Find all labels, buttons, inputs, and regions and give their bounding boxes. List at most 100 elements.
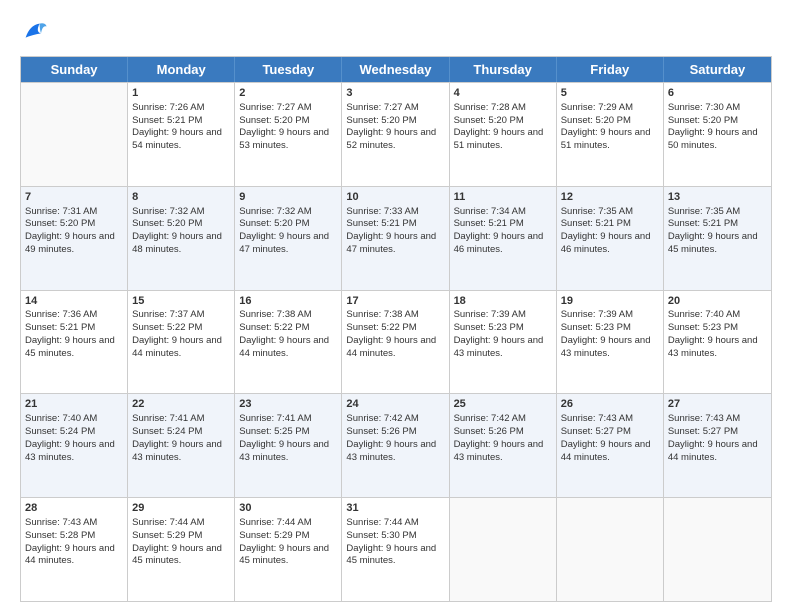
day-number: 21 (25, 397, 123, 412)
sunset: Sunset: 5:20 PM (668, 115, 738, 126)
calendar-header: SundayMondayTuesdayWednesdayThursdayFrid… (21, 57, 771, 82)
daylight: Daylight: 9 hours and 45 minutes. (132, 543, 222, 567)
sunrise: Sunrise: 7:44 AM (132, 517, 204, 528)
day-number: 13 (668, 190, 767, 205)
daylight: Daylight: 9 hours and 49 minutes. (25, 231, 115, 255)
weekday-header: Wednesday (342, 57, 449, 82)
daylight: Daylight: 9 hours and 46 minutes. (561, 231, 651, 255)
sunrise: Sunrise: 7:38 AM (346, 309, 418, 320)
sunset: Sunset: 5:20 PM (239, 115, 309, 126)
sunset: Sunset: 5:26 PM (454, 426, 524, 437)
day-number: 31 (346, 501, 444, 516)
day-number: 22 (132, 397, 230, 412)
calendar-cell: 22Sunrise: 7:41 AMSunset: 5:24 PMDayligh… (128, 394, 235, 497)
sunset: Sunset: 5:23 PM (668, 322, 738, 333)
day-number: 5 (561, 86, 659, 101)
daylight: Daylight: 9 hours and 44 minutes. (668, 439, 758, 463)
sunrise: Sunrise: 7:35 AM (561, 206, 633, 217)
sunset: Sunset: 5:27 PM (561, 426, 631, 437)
calendar-cell: 16Sunrise: 7:38 AMSunset: 5:22 PMDayligh… (235, 291, 342, 394)
daylight: Daylight: 9 hours and 53 minutes. (239, 127, 329, 151)
calendar-row: 28Sunrise: 7:43 AM Sunset: 5:28 PM Dayligh… (21, 497, 771, 601)
sunset: Sunset: 5:20 PM (25, 218, 95, 229)
calendar-cell: 14Sunrise: 7:36 AMSunset: 5:21 PMDayligh… (21, 291, 128, 394)
sunset: Sunset: 5:30 PM (346, 530, 416, 541)
sunrise: Sunrise: 7:44 AM (239, 517, 311, 528)
calendar-cell: 7Sunrise: 7:31 AMSunset: 5:20 PMDaylight… (21, 187, 128, 290)
day-number: 4 (454, 86, 552, 101)
sunrise: Sunrise: 7:39 AM (561, 309, 633, 320)
sunrise: Sunrise: 7:44 AM (346, 517, 418, 528)
daylight: Daylight: 9 hours and 44 minutes. (132, 335, 222, 359)
calendar-cell (664, 498, 771, 601)
weekday-header: Friday (557, 57, 664, 82)
calendar-cell: 20Sunrise: 7:40 AMSunset: 5:23 PMDayligh… (664, 291, 771, 394)
sunset: Sunset: 5:23 PM (561, 322, 631, 333)
sunset: Sunset: 5:26 PM (346, 426, 416, 437)
sunset: Sunset: 5:21 PM (132, 115, 202, 126)
day-number: 28 (25, 501, 123, 516)
sunset: Sunset: 5:20 PM (561, 115, 631, 126)
calendar-cell: 6Sunrise: 7:30 AMSunset: 5:20 PMDaylight… (664, 83, 771, 186)
calendar-cell: 4Sunrise: 7:28 AMSunset: 5:20 PMDaylight… (450, 83, 557, 186)
daylight: Daylight: 9 hours and 44 minutes. (561, 439, 651, 463)
weekday-header: Thursday (450, 57, 557, 82)
sunrise: Sunrise: 7:43 AM (25, 517, 97, 528)
logo (20, 18, 52, 46)
daylight: Daylight: 9 hours and 51 minutes. (454, 127, 544, 151)
calendar-cell: 24Sunrise: 7:42 AMSunset: 5:26 PMDayligh… (342, 394, 449, 497)
weekday-header: Sunday (21, 57, 128, 82)
day-number: 1 (132, 86, 230, 101)
calendar-cell: 5Sunrise: 7:29 AMSunset: 5:20 PMDaylight… (557, 83, 664, 186)
sunrise: Sunrise: 7:28 AM (454, 102, 526, 113)
calendar-cell: 13Sunrise: 7:35 AMSunset: 5:21 PM Dayligh… (664, 187, 771, 290)
sunrise: Sunrise: 7:37 AM (132, 309, 204, 320)
calendar-cell: 9Sunrise: 7:32 AMSunset: 5:20 PMDaylight… (235, 187, 342, 290)
weekday-header: Saturday (664, 57, 771, 82)
day-number: 18 (454, 294, 552, 309)
daylight: Daylight: 9 hours and 47 minutes. (346, 231, 436, 255)
sunset: Sunset: 5:22 PM (239, 322, 309, 333)
calendar-row: 7Sunrise: 7:31 AMSunset: 5:20 PMDaylight… (21, 186, 771, 290)
sunrise: Sunrise: 7:43 AM (668, 413, 740, 424)
day-number: 14 (25, 294, 123, 309)
sunset: Sunset: 5:28 PM (25, 530, 95, 541)
daylight: Daylight: 9 hours and 48 minutes. (132, 231, 222, 255)
daylight: Daylight: 9 hours and 45 minutes. (25, 335, 115, 359)
daylight: Daylight: 9 hours and 45 minutes. (668, 231, 758, 255)
day-number: 8 (132, 190, 230, 205)
day-number: 23 (239, 397, 337, 412)
calendar-cell: 11Sunrise: 7:34 AMSunset: 5:21 PMDayligh… (450, 187, 557, 290)
daylight: Daylight: 9 hours and 45 minutes. (346, 543, 436, 567)
sunset: Sunset: 5:29 PM (132, 530, 202, 541)
sunset: Sunset: 5:27 PM (668, 426, 738, 437)
sunrise: Sunrise: 7:43 AM (561, 413, 633, 424)
calendar-cell: 18Sunrise: 7:39 AMSunset: 5:23 PMDayligh… (450, 291, 557, 394)
day-number: 25 (454, 397, 552, 412)
daylight: Daylight: 9 hours and 52 minutes. (346, 127, 436, 151)
day-number: 9 (239, 190, 337, 205)
sunrise: Sunrise: 7:32 AM (239, 206, 311, 217)
weekday-header: Tuesday (235, 57, 342, 82)
sunset: Sunset: 5:21 PM (668, 218, 738, 229)
calendar-row: 1Sunrise: 7:26 AMSunset: 5:21 PMDaylight… (21, 82, 771, 186)
daylight: Daylight: 9 hours and 43 minutes. (561, 335, 651, 359)
day-number: 6 (668, 86, 767, 101)
sunrise: Sunrise: 7:41 AM (132, 413, 204, 424)
calendar-cell (450, 498, 557, 601)
day-number: 3 (346, 86, 444, 101)
sunrise: Sunrise: 7:35 AM (668, 206, 740, 217)
calendar-cell: 23Sunrise: 7:41 AMSunset: 5:25 PMDayligh… (235, 394, 342, 497)
day-number: 11 (454, 190, 552, 205)
daylight: Daylight: 9 hours and 47 minutes. (239, 231, 329, 255)
calendar-cell: 26Sunrise: 7:43 AMSunset: 5:27 PMDayligh… (557, 394, 664, 497)
day-number: 16 (239, 294, 337, 309)
calendar-cell: 31Sunrise: 7:44 AM Sunset: 5:30 PM Dayligh… (342, 498, 449, 601)
day-number: 24 (346, 397, 444, 412)
daylight: Daylight: 9 hours and 54 minutes. (132, 127, 222, 151)
sunrise: Sunrise: 7:27 AM (346, 102, 418, 113)
day-number: 7 (25, 190, 123, 205)
sunset: Sunset: 5:29 PM (239, 530, 309, 541)
calendar-cell: 29Sunrise: 7:44 AMSunset: 5:29 PMDayligh… (128, 498, 235, 601)
calendar-row: 21Sunrise: 7:40 AMSunset: 5:24 PMDayligh… (21, 393, 771, 497)
